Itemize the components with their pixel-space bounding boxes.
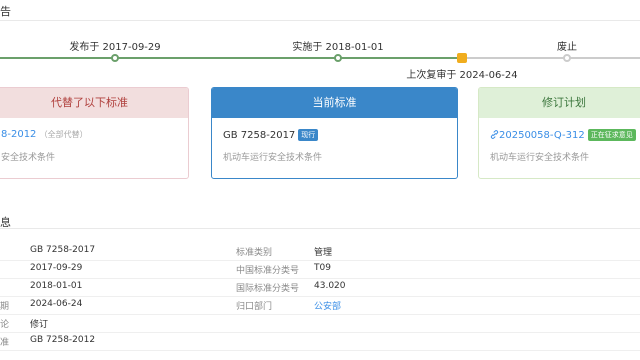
section-divider: [0, 20, 640, 21]
current-standard-card: 当前标准 GB 7258-2017 现行 机动车运行安全技术条件: [211, 87, 458, 179]
status-badge: 正在征求意见: [587, 129, 636, 141]
timeline-label-implemented: 实施于 2018-01-01: [292, 42, 384, 53]
row-divider: [0, 350, 640, 351]
row-divider: [0, 314, 640, 315]
replaced-standard-name: 安全技术条件: [1, 153, 56, 163]
status-badge: 现行: [298, 129, 319, 141]
timeline-label-repealed: 废止: [557, 42, 577, 53]
ccs-value: T09: [314, 263, 331, 273]
info-label-department: 归口部门: [236, 302, 273, 312]
info-label-replaced-standard: 准: [0, 338, 10, 348]
row-divider: [0, 278, 640, 279]
revision-plan-link[interactable]: 20250058-Q-312: [499, 130, 585, 141]
timeline-node-repealed[interactable]: [563, 54, 571, 62]
replaced-standard-code[interactable]: 8-2012 （全部代替）: [1, 129, 88, 140]
info-label-ics: 国际标准分类号: [236, 284, 300, 294]
timeline-node-implemented[interactable]: [334, 54, 342, 62]
info-label-review-conclusion: 论: [0, 320, 10, 330]
timeline-label-published: 发布于 2017-09-29: [69, 42, 161, 53]
timeline-label-review: 上次复审于 2024-06-24: [406, 70, 518, 81]
replaced-standard-link[interactable]: 8-2012: [1, 129, 36, 140]
current-standard-name: 机动车运行安全技术条件: [223, 153, 323, 163]
review-date-value: 2024-06-24: [30, 299, 83, 309]
current-code-text: GB 7258-2017: [223, 130, 296, 141]
card-header: 当前标准: [212, 88, 457, 118]
implement-date-value: 2018-01-01: [30, 281, 83, 291]
review-conclusion-value: 修订: [30, 320, 49, 330]
publish-date-value: 2017-09-29: [30, 263, 83, 273]
section-divider: [0, 228, 640, 229]
section-title-glyph: 告: [0, 5, 11, 18]
timeline-node-review[interactable]: [457, 53, 467, 63]
replaced-standards-card: 代替了以下标准 8-2012 （全部代替） 安全技术条件: [0, 87, 189, 179]
revision-plan-card: 修订计划 20250058-Q-312 正在征求意见 机动车运行安全技术条件: [478, 87, 640, 179]
timeline-progress-line: [0, 57, 462, 59]
timeline-remaining-line: [462, 57, 640, 59]
row-divider: [0, 332, 640, 333]
info-label-review-date: 期: [0, 302, 10, 312]
ics-value: 43.020: [314, 281, 346, 291]
revision-plan-name: 机动车运行安全技术条件: [490, 153, 590, 163]
department-link[interactable]: 公安部: [314, 299, 341, 312]
category-value: 管理: [314, 248, 333, 258]
card-header: 修订计划: [479, 88, 640, 118]
current-standard-code: GB 7258-2017 现行: [223, 129, 319, 141]
card-header: 代替了以下标准: [0, 88, 188, 118]
link-icon: [490, 130, 499, 139]
revision-plan-code[interactable]: 20250058-Q-312 正在征求意见: [490, 129, 636, 141]
standard-number-value: GB 7258-2017: [30, 245, 96, 255]
timeline-node-published[interactable]: [111, 54, 119, 62]
replacement-note: （全部代替）: [39, 130, 88, 139]
info-label-category: 标准类别: [236, 248, 273, 258]
row-divider: [0, 296, 640, 297]
replaced-standard-value: GB 7258-2012: [30, 335, 96, 345]
row-divider: [0, 260, 640, 261]
info-label-ccs: 中国标准分类号: [236, 266, 300, 276]
